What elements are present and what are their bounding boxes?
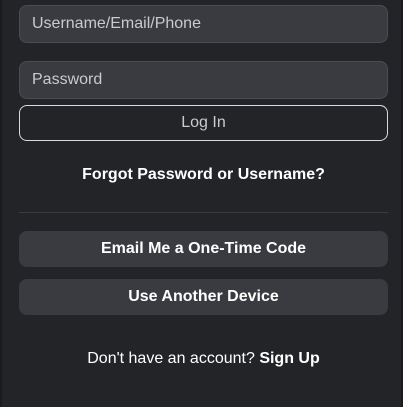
login-panel: Log In Forgot Password or Username? Emai… — [0, 0, 403, 407]
signup-row: Don't have an account? Sign Up — [2, 350, 403, 372]
signup-link[interactable]: Sign Up — [259, 350, 319, 367]
password-input[interactable] — [32, 62, 387, 98]
login-button[interactable]: Log In — [19, 105, 388, 141]
username-input[interactable] — [32, 6, 387, 42]
email-one-time-code-button[interactable]: Email Me a One-Time Code — [19, 231, 388, 267]
username-field[interactable] — [19, 5, 388, 43]
divider — [19, 212, 388, 213]
forgot-password-link[interactable]: Forgot Password or Username? — [2, 166, 403, 188]
password-field[interactable] — [19, 61, 388, 99]
use-another-device-button[interactable]: Use Another Device — [19, 279, 388, 315]
signup-prompt: Don't have an account? — [87, 350, 255, 367]
